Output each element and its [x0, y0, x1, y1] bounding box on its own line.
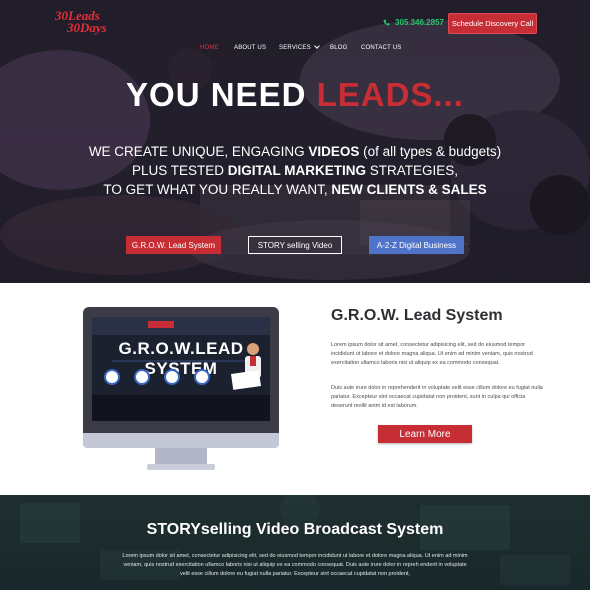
schedule-discovery-call-button[interactable]: Schedule Discovery Call: [448, 13, 537, 34]
site-logo[interactable]: 30Leads 30Days: [55, 9, 107, 36]
learn-more-button[interactable]: Learn More: [378, 425, 472, 443]
monitor-screen[interactable]: G.R.O.W.LEAD SYSTEM: [92, 317, 270, 421]
phone-icon: [383, 19, 390, 26]
nav-item-blog[interactable]: BLOG: [330, 45, 347, 51]
sub-line-1: WE CREATE UNIQUE, ENGAGING VIDEOS (of al…: [0, 142, 590, 161]
headline-accent: LEADS...: [316, 76, 464, 113]
story-section: STORYselling Video Broadcast System Lore…: [0, 495, 590, 590]
nav-item-contact-us[interactable]: CONTACT US: [361, 45, 401, 51]
grow-paragraph-1: Lorem ipsum dolor sit amet, consectetur …: [331, 342, 533, 366]
screen-step-icon: [134, 369, 150, 385]
monitor-illustration: G.R.O.W.LEAD SYSTEM: [83, 307, 279, 472]
screen-step-icon: [194, 369, 210, 385]
sub-line-2-c: STRATEGIES,: [366, 163, 459, 178]
phone-number: 305.346.2857: [395, 18, 444, 27]
a2z-digital-business-button[interactable]: A-2-Z Digital Business: [369, 236, 464, 254]
nav-item-home[interactable]: HOME: [200, 45, 219, 51]
screen-step-icon: [104, 369, 120, 385]
nav-item-services[interactable]: SERVICES: [279, 43, 320, 51]
sub-line-1-c: (of all types & budgets): [359, 144, 502, 159]
grow-section: G.R.O.W.LEAD SYSTEM G.R.O.W. Lead System…: [0, 283, 590, 495]
nav-item-about-us[interactable]: ABOUT US: [234, 45, 266, 51]
screen-step-icon: [164, 369, 180, 385]
hero-headline: YOU NEED LEADS...: [0, 76, 590, 114]
story-selling-video-button[interactable]: STORY selling Video: [248, 236, 342, 254]
sub-line-3-b: NEW CLIENTS & SALES: [331, 182, 487, 197]
hero-subheadline: WE CREATE UNIQUE, ENGAGING VIDEOS (of al…: [0, 142, 590, 199]
monitor-chin: [83, 433, 279, 448]
chevron-down-icon: [314, 43, 320, 49]
story-title: STORYselling Video Broadcast System: [146, 521, 444, 538]
phone-contact[interactable]: 305.346.2857: [383, 18, 444, 27]
logo-line-2: 30Days: [67, 20, 107, 35]
main-nav: HOME ABOUT US SERVICES BLOG CONTACT US: [0, 43, 590, 55]
nav-item-services-label: SERVICES: [279, 45, 311, 51]
sub-line-3-a: TO GET WHAT YOU REALLY WANT,: [103, 182, 332, 197]
monitor-stand: [155, 448, 207, 465]
sub-line-1-b: VIDEOS: [308, 144, 360, 159]
sub-line-2-a: PLUS TESTED: [131, 163, 228, 178]
story-paragraph: Lorem ipsum dolor sit amet, consectetur …: [122, 553, 468, 577]
grow-title: G.R.O.W. Lead System: [331, 307, 503, 324]
sub-line-1-a: WE CREATE UNIQUE, ENGAGING: [88, 144, 309, 159]
sub-line-2-b: DIGITAL MARKETING: [227, 163, 366, 178]
sub-line-3: TO GET WHAT YOU REALLY WANT, NEW CLIENTS…: [0, 180, 590, 199]
grow-lead-system-button[interactable]: G.R.O.W. Lead System: [126, 236, 221, 254]
sub-line-2: PLUS TESTED DIGITAL MARKETING STRATEGIES…: [0, 161, 590, 180]
headline-main: YOU NEED: [126, 76, 317, 113]
monitor-base: [147, 464, 215, 470]
grow-paragraph-2: Duis aute irure dolor in reprehenderit i…: [331, 385, 543, 409]
hero-section: 30Leads 30Days 305.346.2857 Schedule Dis…: [0, 0, 590, 283]
